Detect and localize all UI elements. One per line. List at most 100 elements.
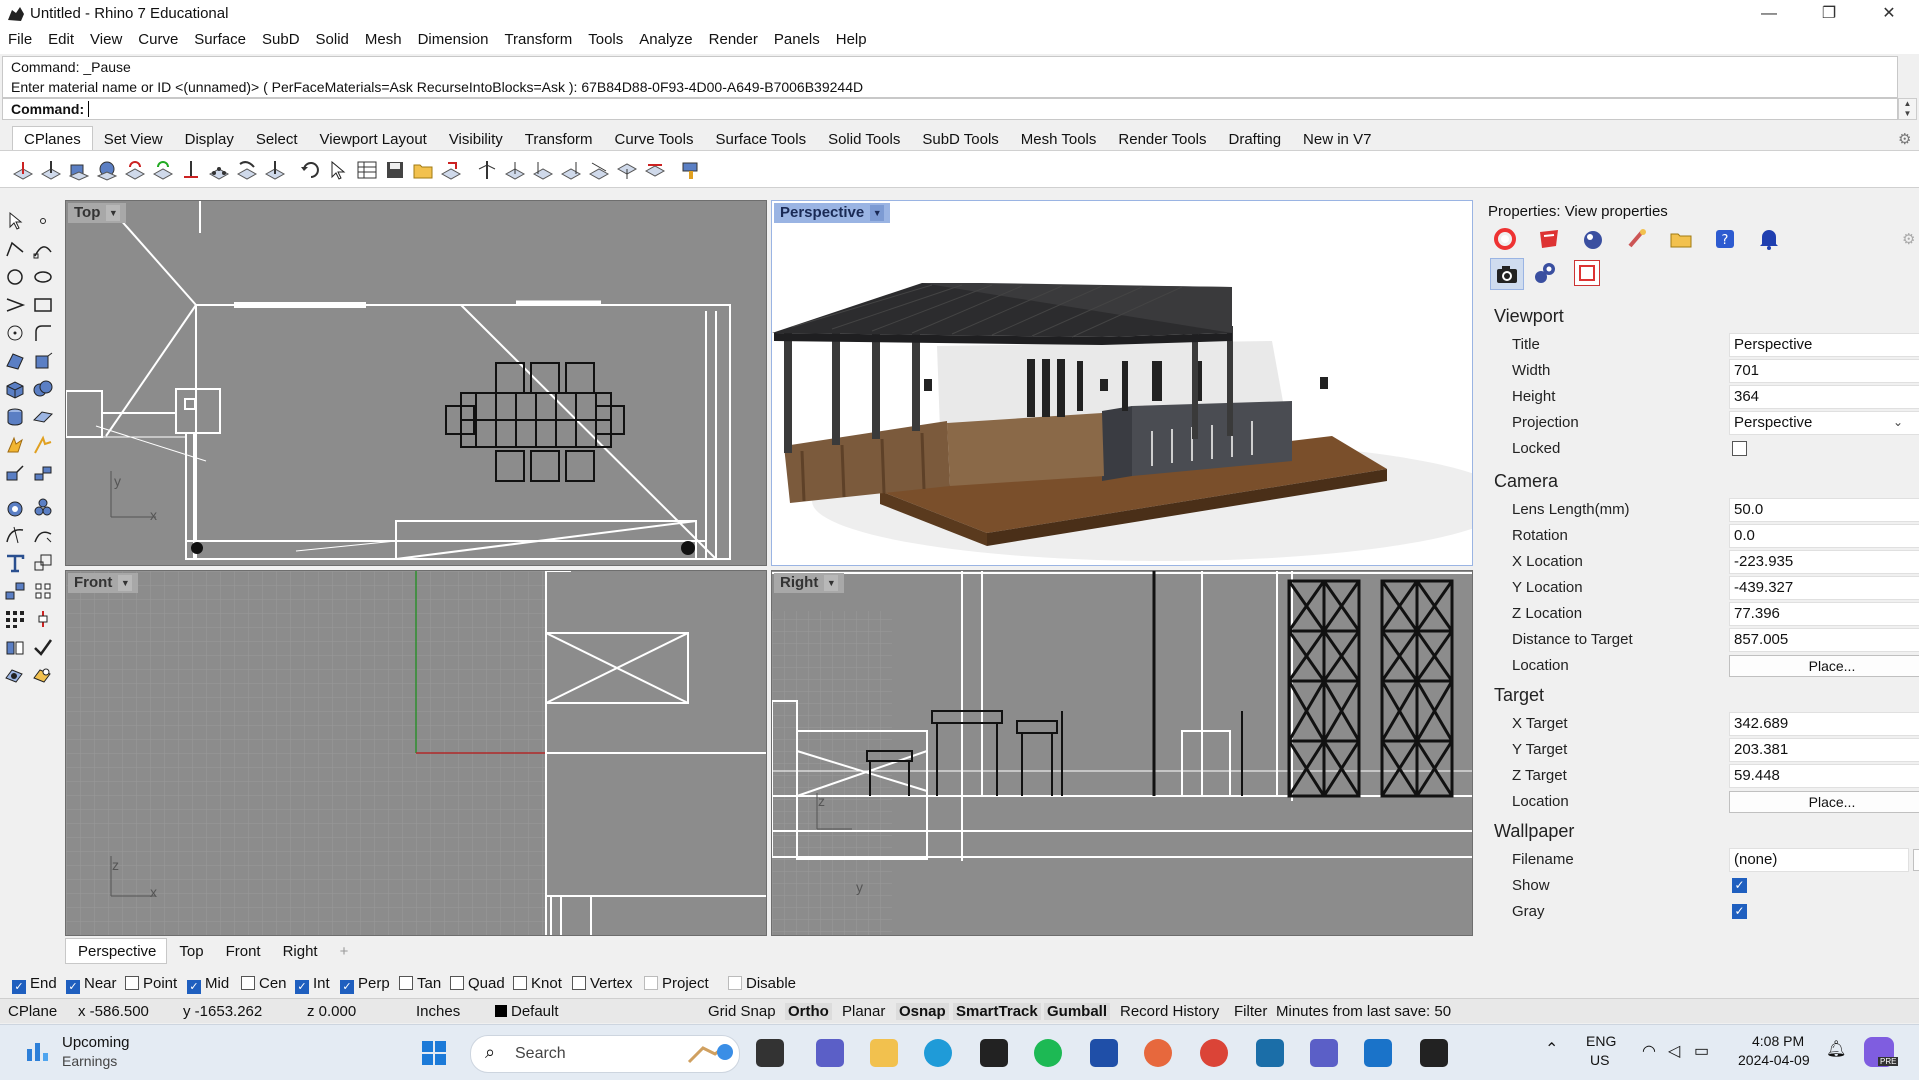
outlook-icon[interactable] (1364, 1039, 1392, 1067)
menu-panels[interactable]: Panels (765, 28, 827, 48)
sketchup-icon[interactable] (1256, 1039, 1284, 1067)
osnap-end[interactable]: ✓ End (12, 975, 57, 994)
cplane-rotate-x-icon[interactable] (124, 159, 146, 181)
texture-mapping-icon[interactable] (1624, 226, 1650, 252)
material-icon[interactable] (32, 664, 54, 686)
cplane-z-axis-icon[interactable] (264, 159, 286, 181)
z-location-field[interactable]: 77.396 (1729, 602, 1919, 626)
menu-file[interactable]: File (0, 28, 39, 48)
widget-title[interactable]: Upcoming (62, 1034, 130, 1051)
menu-transform[interactable]: Transform (495, 28, 579, 48)
teams-icon[interactable] (1310, 1039, 1338, 1067)
distance-field[interactable]: 857.005 (1729, 628, 1919, 652)
wifi-icon[interactable]: ◠ (1642, 1041, 1656, 1061)
firefox-icon[interactable] (1144, 1039, 1172, 1067)
menu-surface[interactable]: Surface (185, 28, 253, 48)
tab-transform[interactable]: Transform (514, 127, 604, 151)
filename-field[interactable]: (none) (1729, 848, 1909, 872)
viewport-title-front[interactable]: Front ▼ (68, 573, 139, 593)
volume-icon[interactable]: ◁ (1668, 1041, 1680, 1061)
checkbox[interactable] (728, 976, 742, 990)
viewport-front[interactable]: z x Front ▼ (65, 570, 767, 936)
cplane-back-icon[interactable] (504, 159, 526, 181)
close-button[interactable]: ✕ (1866, 2, 1912, 26)
tab-new-in-v7[interactable]: New in V7 (1292, 127, 1382, 151)
cplane-perp-curve-icon[interactable] (236, 159, 258, 181)
store-icon[interactable] (1090, 1039, 1118, 1067)
copy-icon[interactable] (32, 462, 54, 484)
rectangle-icon[interactable] (32, 294, 54, 316)
osnap-toggle[interactable]: Osnap (896, 1003, 949, 1020)
chrome-icon[interactable] (1200, 1039, 1228, 1067)
cylinder-icon[interactable] (4, 406, 26, 428)
circle-icon[interactable] (4, 266, 26, 288)
display-mode-icon[interactable] (1574, 260, 1600, 286)
split-icon[interactable] (32, 524, 54, 546)
task-view-icon[interactable] (756, 1039, 784, 1067)
grid-snap-toggle[interactable]: Grid Snap (708, 1003, 776, 1020)
locked-checkbox[interactable] (1732, 441, 1747, 456)
checkbox[interactable] (572, 976, 586, 990)
cplane-bottom-icon[interactable] (616, 159, 638, 181)
named-cplanes-icon[interactable] (356, 159, 378, 181)
osnap-int[interactable]: ✓ Int (295, 975, 330, 994)
tab-mesh-tools[interactable]: Mesh Tools (1010, 127, 1108, 151)
filter-toggle[interactable]: Filter (1234, 1003, 1267, 1020)
height-field[interactable]: 364 (1729, 385, 1919, 409)
view-tab-selected[interactable] (1490, 258, 1524, 290)
gray-checkbox[interactable]: ✓ (1732, 904, 1747, 919)
cplane-rotate-y-icon[interactable] (152, 159, 174, 181)
panel-settings-icon[interactable]: ⚙ (1902, 230, 1915, 248)
checkbox[interactable] (125, 976, 139, 990)
osnap-tan[interactable]: Tan (399, 975, 441, 992)
osnap-quad[interactable]: Quad (450, 975, 505, 992)
toolbar-settings-icon[interactable]: ⚙ (1898, 130, 1911, 148)
material-properties-icon[interactable] (1536, 226, 1562, 252)
cplane-front-icon[interactable] (588, 159, 610, 181)
gumball-toggle[interactable]: Gumball (1044, 1003, 1111, 1020)
cplane-view-icon[interactable] (476, 159, 498, 181)
notifications-bell-icon[interactable] (1756, 226, 1782, 252)
boolean-union-icon[interactable] (32, 378, 54, 400)
tab-set-view[interactable]: Set View (93, 127, 174, 151)
taskbar-search[interactable]: ⌕ Search (470, 1035, 740, 1073)
tab-visibility[interactable]: Visibility (438, 127, 514, 151)
gumball-icon[interactable] (32, 608, 54, 630)
explode-icon[interactable] (4, 580, 26, 602)
grid-array-icon[interactable] (4, 608, 26, 630)
clock-time[interactable]: 4:08 PM (1752, 1033, 1804, 1049)
cplane-left-icon[interactable] (532, 159, 554, 181)
select-arrow-icon[interactable] (4, 210, 26, 232)
tab-display[interactable]: Display (174, 127, 245, 151)
array-icon[interactable] (32, 580, 54, 602)
chevron-down-icon[interactable]: ⌄ (1887, 412, 1909, 432)
tab-drafting[interactable]: Drafting (1218, 127, 1293, 151)
osnap-near[interactable]: ✓ Near (66, 975, 117, 994)
tab-viewport-layout[interactable]: Viewport Layout (309, 127, 438, 151)
osnap-point[interactable]: Point (125, 975, 177, 992)
viewport-menu-arrow-icon[interactable]: ▼ (870, 205, 885, 222)
menu-help[interactable]: Help (827, 28, 874, 48)
osnap-vertex[interactable]: Vertex (572, 975, 633, 992)
tab-solid-tools[interactable]: Solid Tools (817, 127, 911, 151)
maximize-button[interactable]: ❐ (1806, 2, 1852, 26)
box-icon[interactable] (4, 378, 26, 400)
checkbox[interactable]: ✓ (295, 980, 309, 994)
tab-subd-tools[interactable]: SubD Tools (911, 127, 1009, 151)
light-icon[interactable] (4, 434, 26, 456)
menu-analyze[interactable]: Analyze (630, 28, 699, 48)
keyboard-layout[interactable]: US (1590, 1052, 1609, 1068)
command-scroll-arrows[interactable]: ▲ ▼ (1898, 98, 1917, 120)
surface-corner-icon[interactable] (4, 350, 26, 372)
title-field[interactable]: Perspective (1729, 333, 1919, 357)
tab-cplanes[interactable]: CPlanes (12, 126, 93, 151)
add-viewport-tab-icon[interactable]: + (328, 939, 359, 963)
osnap-project[interactable]: Project (644, 975, 709, 992)
osnap-mid[interactable]: ✓ Mid (187, 975, 229, 994)
fillet-curve-icon[interactable] (32, 322, 54, 344)
show-checkbox[interactable]: ✓ (1732, 878, 1747, 893)
cplane-paint-icon[interactable] (680, 159, 702, 181)
file-explorer-icon[interactable] (870, 1039, 898, 1067)
menu-dimension[interactable]: Dimension (409, 28, 496, 48)
lens-length-field[interactable]: 50.0 (1729, 498, 1919, 522)
